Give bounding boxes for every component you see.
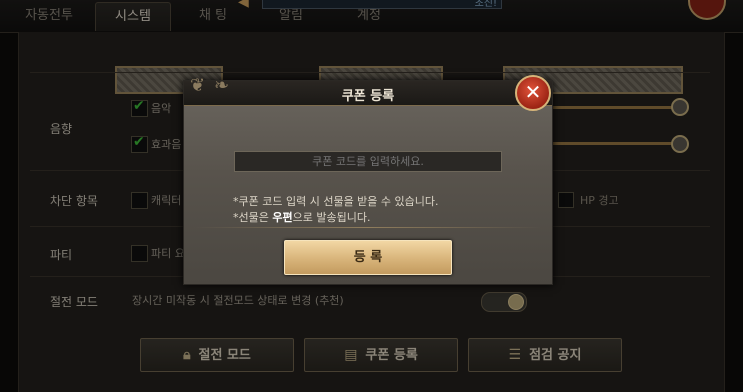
coupon-info-line-2: *선물은 우편으로 발송됩니다. (233, 209, 370, 225)
divider (194, 227, 542, 228)
info-text: *선물은 (233, 211, 273, 224)
info-text: 으로 발송됩니다. (292, 211, 371, 224)
dialog-title: 쿠폰 등록 (341, 89, 395, 104)
coupon-code-input[interactable] (234, 151, 502, 172)
register-button[interactable]: 등 록 (284, 240, 452, 275)
close-icon[interactable]: ✕ (515, 75, 551, 111)
coupon-dialog: ❦ ❧ 쿠폰 등록 ✕ *쿠폰 코드 입력 시 선물을 받을 수 있습니다. *… (183, 75, 553, 285)
info-highlight: 우편 (272, 211, 293, 224)
dialog-header: ❦ ❧ 쿠폰 등록 (184, 75, 552, 106)
coupon-info-line-1: *쿠폰 코드 입력 시 선물을 받을 수 있습니다. (233, 195, 439, 208)
